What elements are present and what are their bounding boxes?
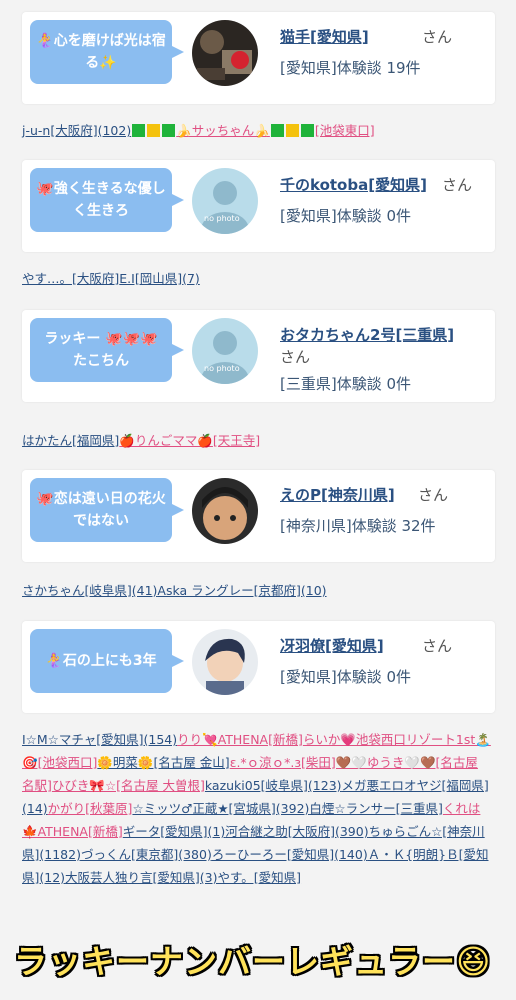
user-link[interactable]: 🍎りんごママ🍎 [119, 433, 213, 448]
related-users-strip: やす…。[大阪府]E.I[岡山県](7) [22, 268, 502, 287]
user-link[interactable]: さかちゃん[岐阜県](41) [22, 583, 157, 598]
experience-count: [三重県]体験談 0件 [280, 375, 412, 393]
user-card[interactable]: ラッキー 🐙🐙🐙 たこちん no photo おタカちゃん2号[三重県] さん … [22, 310, 495, 402]
user-link[interactable]: づっくん[東京都](380) [81, 847, 212, 862]
user-link[interactable]: 大阪芸人独り言[愛知県](3) [65, 870, 217, 885]
user-link[interactable]: はかたん[福岡県] [22, 433, 119, 448]
profile-message-bubble: 🐙恋は遠い日の花火ではない [30, 478, 184, 542]
caption-overlay: ラッキーナンバーレギュラー😆 [14, 942, 492, 981]
experience-count: [神奈川県]体験談 32件 [280, 517, 436, 535]
user-card[interactable]: 🐙強く生きるな優しく生きろ no photo 千のkotoba[愛知県] さん … [22, 160, 495, 252]
shop-link[interactable]: [天王寺] [213, 433, 260, 448]
user-link[interactable]: 河合継之助[大阪府](390) [225, 824, 368, 839]
profile-message-bubble: 🐙強く生きるな優しく生きろ [30, 168, 184, 232]
profile-message-bubble: 🧜‍♀️心を磨けば光は宿る✨ [30, 20, 184, 84]
honorific: さん [442, 176, 473, 194]
user-link[interactable]: ひびき🎀☆[名古屋 大曽根] [52, 778, 205, 793]
experience-count: [愛知県]体験談 19件 [280, 59, 421, 77]
user-link[interactable]: ギータ[愛知県](1) [123, 824, 225, 839]
user-card[interactable]: 🧜‍♀️心を磨けば光は宿る✨ 猫手[愛知県] さん [愛知県]体験談 19件 [22, 12, 495, 104]
experience-count: [愛知県]体験談 0件 [280, 207, 412, 225]
user-link[interactable]: 白煙☆ランサー[三重県] [309, 801, 442, 816]
username-link[interactable]: おタカちゃん2号[三重県] [280, 324, 454, 345]
honorific: さん [422, 28, 453, 46]
user-link[interactable]: kazuki05[岐阜県](123) [205, 778, 342, 793]
user-tag-cloud: I☆M☆マチャ[愛知県](154)りり💘ATHENA[新橋]らいか💗池袋西口リゾ… [22, 728, 494, 889]
shop-link[interactable]: [池袋東口] [315, 123, 375, 138]
related-users-strip: さかちゃん[岐阜県](41)Aska ラングレー[京都府](10) [22, 580, 502, 599]
user-link[interactable]: やす。[愛知県] [218, 870, 302, 885]
user-link[interactable]: 🌼明菜🌼[名古屋 金山] [97, 755, 229, 770]
avatar-no-photo[interactable]: no photo [192, 168, 258, 234]
user-link[interactable]: Aska ラングレー[京都府](10) [157, 583, 326, 598]
user-link[interactable]: 🍌サッちゃん🍌 [176, 123, 270, 138]
avatar[interactable] [192, 478, 258, 544]
user-card[interactable]: 🧜‍♀️石の上にも3年 冴羽僚[愛知県] さん [愛知県]体験談 0件 [22, 621, 495, 713]
honorific: さん [280, 348, 311, 366]
related-users-strip: はかたん[福岡県]🍎りんごママ🍎[天王寺] [22, 430, 502, 449]
user-link[interactable]: E.I[岡山県] [119, 271, 182, 286]
honorific: さん [422, 637, 453, 655]
avatar[interactable] [192, 20, 258, 86]
no-photo-label: no photo [204, 364, 240, 373]
no-photo-label: no photo [204, 214, 240, 223]
user-card[interactable]: 🐙恋は遠い日の花火ではない えのP[神奈川県] さん [神奈川県]体験談 32件 [22, 470, 495, 562]
profile-message-bubble: 🧜‍♀️石の上にも3年 [30, 629, 184, 693]
user-link[interactable]: かがり[秋葉原] [48, 801, 133, 816]
avatar[interactable] [192, 629, 258, 695]
experience-count: [愛知県]体験談 0件 [280, 668, 412, 686]
related-users-strip: j-u-n[大阪府](102) 🍌サッちゃん🍌 [池袋東口] [22, 120, 502, 139]
profile-message-bubble: ラッキー 🐙🐙🐙 たこちん [30, 318, 184, 382]
username-link[interactable]: えのP[神奈川県] [280, 484, 395, 505]
username-link[interactable]: 猫手[愛知県] [280, 26, 369, 47]
user-link[interactable]: j-u-n[大阪府](102) [22, 123, 131, 138]
avatar-no-photo[interactable]: no photo [192, 318, 258, 384]
user-link[interactable]: ろーひーろー[愛知県](140) [212, 847, 368, 862]
user-link[interactable]: ☆ミッツ♂正蔵★[宮城県](392) [132, 801, 309, 816]
honorific: さん [418, 486, 449, 504]
username-link[interactable]: 千のkotoba[愛知県] [280, 174, 427, 195]
user-link[interactable]: I☆M☆マチャ[愛知県](154) [22, 732, 177, 747]
user-link[interactable]: りり💘ATHENA[新橋] [177, 732, 303, 747]
user-link[interactable]: やす…。[大阪府] [22, 271, 119, 286]
username-link[interactable]: 冴羽僚[愛知県] [280, 635, 384, 656]
user-link[interactable]: (7) [182, 271, 200, 286]
